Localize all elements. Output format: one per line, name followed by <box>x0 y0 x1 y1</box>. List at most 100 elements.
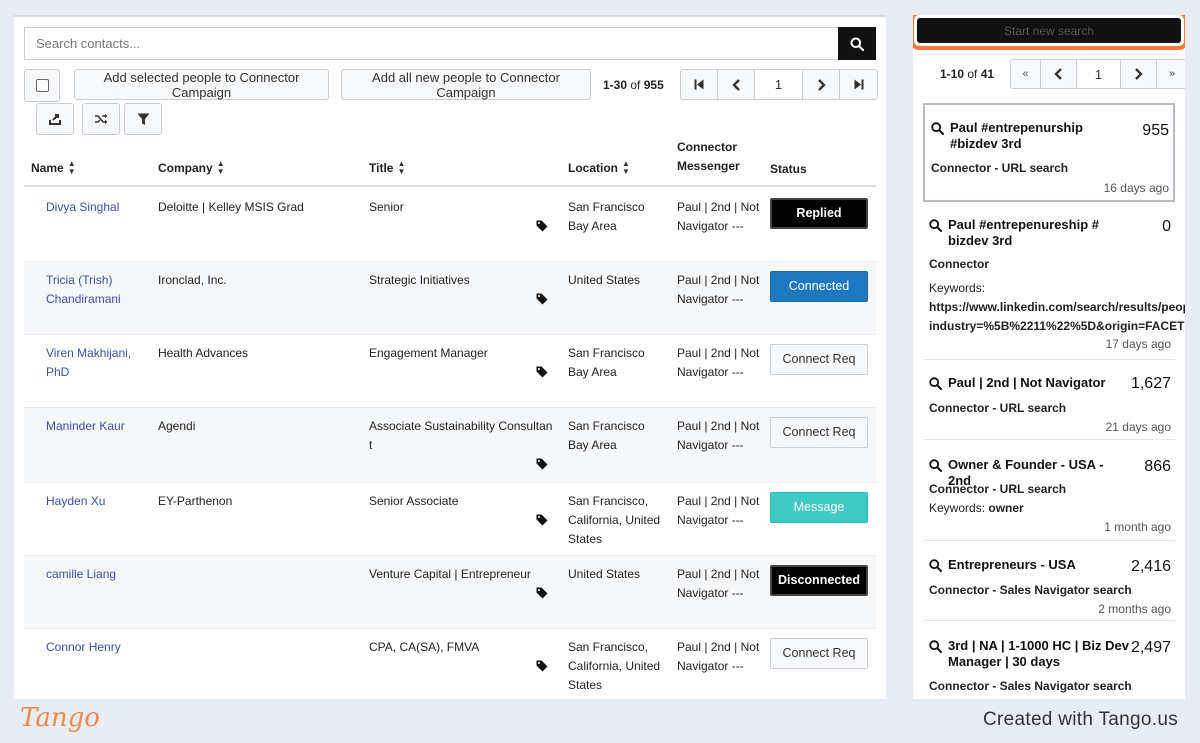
header-title[interactable]: Title ▲ ▼ <box>369 160 405 176</box>
double-chevron-left-icon: « <box>1022 68 1029 80</box>
range-value: 1-30 <box>603 78 628 92</box>
keywords-line2: industry=%5B%2211%22%5D&origin=FACETED_S… <box>929 319 1185 333</box>
searches-pagination: « 1 » <box>1010 59 1185 89</box>
header-location-label: Location <box>568 161 618 175</box>
status-badge[interactable]: Connect Req <box>770 638 868 669</box>
chevron-left-icon <box>731 78 740 91</box>
contact-location: San Francisco Bay Area <box>568 346 645 379</box>
prev-page-button[interactable] <box>718 70 755 99</box>
saved-search-card[interactable]: Paul #entrepenureship # bizdev 3rd 0 Con… <box>923 207 1185 360</box>
contact-company: Agendi <box>158 419 196 433</box>
contacts-panel: Add selected people to Connector Campaig… <box>14 15 886 699</box>
search-icon <box>929 377 942 390</box>
header-status: Status <box>770 162 807 176</box>
sort-icon: ▲ ▼ <box>216 159 225 176</box>
contact-name-link[interactable]: camille Liang <box>46 565 154 584</box>
saved-search-count: 955 <box>1142 122 1169 139</box>
header-name[interactable]: Name ▲ ▼ <box>31 160 76 176</box>
status-badge[interactable]: Connected <box>770 271 868 302</box>
select-all-checkbox-button[interactable] <box>24 69 60 102</box>
tag-icon[interactable] <box>536 220 548 232</box>
header-status-label: Status <box>770 162 807 176</box>
search-icon <box>929 459 942 472</box>
saved-search-title: Paul | 2nd | Not Navigator <box>929 375 1129 391</box>
tag-icon[interactable] <box>536 293 548 305</box>
tango-logo: Tango <box>20 703 100 733</box>
status-badge[interactable]: Disconnected <box>770 565 868 596</box>
header-location[interactable]: Location ▲ ▼ <box>568 160 630 176</box>
first-page-button[interactable]: « <box>1011 60 1041 88</box>
saved-search-title: Paul #entrepenureship # bizdev 3rd <box>929 217 1129 249</box>
contact-title: Associate Sustainability Consultant <box>369 419 553 452</box>
contact-name-link[interactable]: Maninder Kaur <box>46 417 154 436</box>
contact-name-link[interactable]: Connor Henry <box>46 638 154 657</box>
saved-search-ago: 21 days ago <box>1105 420 1171 434</box>
last-page-button[interactable] <box>840 70 877 99</box>
contact-name-link[interactable]: Divya Singhal <box>46 198 154 217</box>
saved-search-type: Connector - URL search <box>929 482 1067 496</box>
saved-search-card[interactable]: Owner & Founder - USA - 2nd 866 Connecto… <box>923 440 1175 541</box>
tag-icon[interactable] <box>536 366 548 378</box>
page-number-input[interactable]: 1 <box>755 70 803 99</box>
tag-icon[interactable] <box>536 660 548 672</box>
saved-search-card[interactable]: Entrepreneurs - USA 2,416 Connector - Sa… <box>923 541 1175 621</box>
saved-search-ago: 16 days ago <box>1103 181 1169 195</box>
contact-company: EY-Parthenon <box>158 494 233 508</box>
start-new-search-button[interactable]: Start new search <box>917 18 1181 43</box>
contact-location: United States <box>568 567 641 581</box>
saved-search-title: Paul #entrepenurship #bizdev 3rd <box>931 120 1131 152</box>
first-page-button[interactable] <box>681 70 718 99</box>
saved-search-type: Connector - URL search <box>931 161 1069 175</box>
search-input[interactable] <box>24 27 838 60</box>
search-icon <box>931 122 944 135</box>
contact-messenger: Paul | 2nd | Not Navigator --- <box>677 567 760 600</box>
contact-messenger: Paul | 2nd | Not Navigator --- <box>677 200 760 233</box>
saved-search-card[interactable]: 3rd | NA | 1-1000 HC | Biz Dev Manager |… <box>923 621 1175 699</box>
status-badge[interactable]: Connect Req <box>770 344 868 375</box>
tag-icon[interactable] <box>536 458 548 470</box>
shuffle-icon <box>95 113 108 125</box>
saved-search-keywords: Keywords: https://www.linkedin.com/searc… <box>929 279 1185 336</box>
next-page-button[interactable] <box>1121 60 1157 88</box>
contact-location: San Francisco Bay Area <box>568 200 645 233</box>
shuffle-button[interactable] <box>82 103 120 135</box>
saved-search-card[interactable]: Paul #entrepenurship #bizdev 3rd 955 Con… <box>923 103 1175 202</box>
saved-search-ago: 1 month ago <box>1104 520 1171 534</box>
chevron-left-icon <box>1054 68 1062 80</box>
next-page-button[interactable] <box>803 70 840 99</box>
status-badge[interactable]: Replied <box>770 198 868 229</box>
contact-name-link[interactable]: Viren Makhijani, PhD <box>46 344 154 382</box>
saved-search-card[interactable]: Paul | 2nd | Not Navigator 1,627 Connect… <box>923 360 1175 440</box>
last-page-icon <box>854 79 863 90</box>
keywords-label: Keywords: <box>929 501 986 515</box>
select-all-checkbox[interactable] <box>35 79 49 92</box>
table-row: Connor Henry CPA, CA(SA), FMVA San Franc… <box>24 629 876 699</box>
contact-messenger: Paul | 2nd | Not Navigator --- <box>677 346 760 379</box>
chevron-right-icon <box>1135 68 1143 80</box>
page-number-input[interactable]: 1 <box>1077 60 1121 88</box>
tag-icon[interactable] <box>536 514 548 526</box>
last-page-button[interactable]: » <box>1157 60 1185 88</box>
contact-location: San Francisco Bay Area <box>568 419 645 452</box>
export-button[interactable] <box>36 103 74 135</box>
contact-location: San Francisco, California, United States <box>568 640 661 692</box>
status-badge[interactable]: Message <box>770 492 868 523</box>
add-selected-button[interactable]: Add selected people to Connector Campaig… <box>74 69 329 100</box>
saved-search-title-text: Entrepreneurs - USA <box>948 557 1076 572</box>
prev-page-button[interactable] <box>1041 60 1077 88</box>
search-button[interactable] <box>838 27 876 60</box>
saved-search-count: 2,497 <box>1130 639 1171 656</box>
filter-button[interactable] <box>124 103 162 135</box>
tag-icon[interactable] <box>536 587 548 599</box>
double-chevron-right-icon: » <box>1168 68 1176 80</box>
saved-search-count: 866 <box>1144 458 1171 475</box>
header-title-label: Title <box>369 161 394 175</box>
status-badge[interactable]: Connect Req <box>770 417 868 448</box>
contact-name-link[interactable]: Tricia (Trish) Chandiramani <box>46 271 154 309</box>
contact-name-link[interactable]: Hayden Xu <box>46 492 154 511</box>
add-all-button[interactable]: Add all new people to Connector Campaign <box>341 69 591 100</box>
contact-company: Health Advances <box>158 346 249 360</box>
saved-search-count: 2,416 <box>1130 558 1171 575</box>
header-company[interactable]: Company ▲ ▼ <box>158 160 225 176</box>
header-name-label: Name <box>31 161 64 175</box>
